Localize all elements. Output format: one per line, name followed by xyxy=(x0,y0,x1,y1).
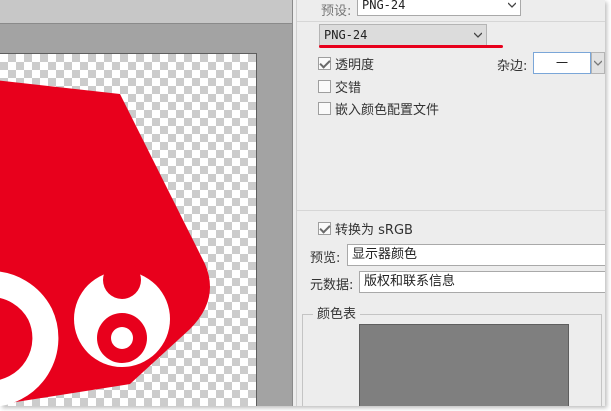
convert-srgb-option[interactable]: 转换为 sRGB xyxy=(318,220,413,238)
file-format-dropdown[interactable]: PNG-24 xyxy=(319,24,487,46)
divider xyxy=(297,210,605,211)
color-table-title: 颜色表 xyxy=(313,303,361,322)
matte-label: 杂边: xyxy=(497,59,528,74)
preview-label: 预览: xyxy=(310,251,341,266)
color-table-swatch-area[interactable] xyxy=(359,324,569,406)
preset-dropdown[interactable]: PNG-24 xyxy=(357,0,521,16)
chevron-down-icon xyxy=(594,60,602,66)
red-highlight-underline xyxy=(319,45,503,48)
transparent-image-preview[interactable]: 8 xyxy=(0,53,257,406)
embed-color-profile-checkbox[interactable] xyxy=(318,101,331,115)
save-for-web-dialog: 8 预设: PNG-24 PNG-24 透明度 杂边: 一 xyxy=(0,0,605,406)
chevron-down-icon xyxy=(508,2,516,8)
matte-dropdown-arrow[interactable] xyxy=(591,52,605,74)
metadata-value: 版权和联系信息 xyxy=(364,274,456,289)
transparency-label: 透明度 xyxy=(335,57,375,73)
preset-label: 预设: xyxy=(321,4,352,19)
transparency-option[interactable]: 透明度 xyxy=(318,55,375,73)
preview-dropdown[interactable]: 显示器颜色 xyxy=(347,244,605,266)
divider xyxy=(297,21,605,22)
embed-color-profile-label: 嵌入颜色配置文件 xyxy=(335,102,440,118)
file-format-value: PNG-24 xyxy=(324,28,368,42)
optimization-settings-panel: 预设: PNG-24 PNG-24 透明度 杂边: 一 交错 嵌入颜色配置文件 … xyxy=(296,0,605,406)
embed-color-profile-option[interactable]: 嵌入颜色配置文件 xyxy=(318,100,440,118)
metadata-label: 元数据: xyxy=(310,278,354,293)
chevron-down-icon xyxy=(474,32,482,38)
convert-srgb-checkbox[interactable] xyxy=(318,221,331,235)
image-preview-area[interactable]: 8 xyxy=(0,0,293,406)
preview-tab-bar xyxy=(0,0,292,24)
convert-srgb-label: 转换为 sRGB xyxy=(335,222,413,238)
matte-value: 一 xyxy=(555,56,568,70)
matte-dropdown[interactable]: 一 xyxy=(533,52,591,74)
metadata-dropdown[interactable]: 版权和联系信息 xyxy=(359,271,605,293)
preview-value: 显示器颜色 xyxy=(352,247,418,262)
interlaced-label: 交错 xyxy=(335,80,362,96)
interlaced-checkbox[interactable] xyxy=(318,79,331,93)
transparency-checkbox[interactable] xyxy=(318,56,331,70)
interlaced-option[interactable]: 交错 xyxy=(318,78,362,96)
preset-value: PNG-24 xyxy=(362,0,406,12)
logo-artwork xyxy=(0,80,210,406)
